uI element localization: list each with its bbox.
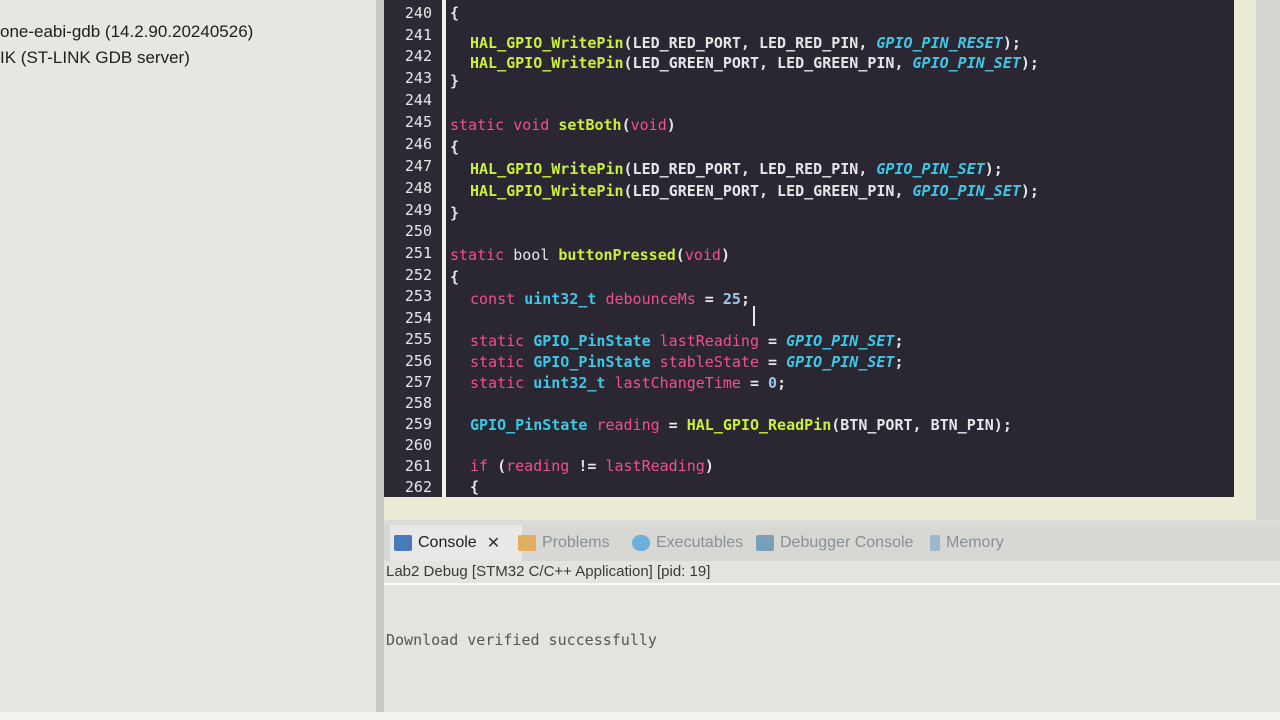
line-number: 253 <box>404 287 432 305</box>
line-number: 251 <box>404 244 432 262</box>
debugger-console-icon <box>756 535 774 551</box>
line-number: 246 <box>404 135 432 153</box>
line-number: 262 <box>404 478 432 496</box>
code-line-252: { <box>450 268 460 286</box>
line-number: 243 <box>404 69 432 87</box>
line-number: 245 <box>404 113 432 131</box>
line-number: 259 <box>404 415 432 433</box>
tab-label: Debugger Console <box>780 534 914 551</box>
console-view: Console ✕ Problems Executables Debugger … <box>384 525 1280 712</box>
code-line-257: static uint32_t lastChangeTime = 0; <box>470 374 787 392</box>
code-line-255: static GPIO_PinState lastReading = GPIO_… <box>470 332 904 350</box>
gdb-process-label[interactable]: one-eabi-gdb (14.2.90.20240526) <box>0 22 253 42</box>
gutter-separator <box>442 0 446 497</box>
code-editor[interactable]: 240 241 242 243 244 245 246 247 248 249 … <box>384 0 1234 497</box>
code-line-243: } <box>450 72 460 90</box>
tab-debugger-console[interactable]: Debugger Console <box>756 525 926 561</box>
console-tab-bar: Console ✕ Problems Executables Debugger … <box>384 525 1280 561</box>
code-line-261: if (reading != lastReading) <box>470 457 714 475</box>
code-line-245: static void setBoth(void) <box>450 116 676 134</box>
tab-memory[interactable]: Memory <box>930 525 1040 561</box>
line-number: 261 <box>404 457 432 475</box>
line-number: 242 <box>404 47 432 65</box>
line-number: 241 <box>404 26 432 44</box>
line-number: 249 <box>404 201 432 219</box>
code-line-246: { <box>450 138 460 156</box>
line-number: 258 <box>404 394 432 412</box>
code-line-249: } <box>450 204 460 222</box>
console-process-header: Lab2 Debug [STM32 C/C++ Application] [pi… <box>384 561 1280 585</box>
tab-label: Memory <box>946 534 1004 551</box>
line-number: 244 <box>404 91 432 109</box>
executables-icon <box>632 535 650 551</box>
tab-executables[interactable]: Executables <box>632 525 752 561</box>
editor-scrollbar[interactable] <box>1256 0 1280 520</box>
code-line-259: GPIO_PinState reading = HAL_GPIO_ReadPin… <box>470 416 1012 434</box>
code-line-262: { <box>470 478 480 496</box>
tab-console[interactable]: Console ✕ <box>390 525 522 561</box>
line-number: 256 <box>404 352 432 370</box>
line-number: 255 <box>404 330 432 348</box>
line-number: 240 <box>404 4 432 22</box>
problems-icon <box>518 535 536 551</box>
bottom-edge <box>0 712 1280 720</box>
tab-label: Console <box>418 534 477 551</box>
debug-launch-panel: one-eabi-gdb (14.2.90.20240526) IK (ST-L… <box>0 0 378 712</box>
text-cursor <box>753 306 755 326</box>
line-number: 257 <box>404 373 432 391</box>
code-line-240: { <box>450 4 460 22</box>
line-number: 260 <box>404 436 432 454</box>
panel-divider[interactable] <box>376 0 384 720</box>
line-number: 248 <box>404 179 432 197</box>
code-line-251: static bool buttonPressed(void) <box>450 246 730 264</box>
memory-icon <box>930 535 940 551</box>
tab-label: Problems <box>542 534 610 551</box>
tab-label: Executables <box>656 534 744 551</box>
code-line-256: static GPIO_PinState stableState = GPIO_… <box>470 353 904 371</box>
console-output-line[interactable]: Download verified successfully <box>386 631 657 649</box>
code-line-253: const uint32_t debounceMs = 25; <box>470 290 750 308</box>
console-icon <box>394 535 412 551</box>
line-number-gutter: 240 241 242 243 244 245 246 247 248 249 … <box>384 0 442 497</box>
close-icon[interactable]: ✕ <box>487 533 500 553</box>
gdb-server-label[interactable]: IK (ST-LINK GDB server) <box>0 48 190 68</box>
tab-problems[interactable]: Problems <box>518 525 630 561</box>
code-line-248: HAL_GPIO_WritePin(LED_GREEN_PORT, LED_GR… <box>470 182 1039 200</box>
line-number: 250 <box>404 222 432 240</box>
line-number: 252 <box>404 266 432 284</box>
code-line-241: HAL_GPIO_WritePin(LED_RED_PORT, LED_RED_… <box>470 34 1021 52</box>
code-line-247: HAL_GPIO_WritePin(LED_RED_PORT, LED_RED_… <box>470 160 1003 178</box>
line-number: 247 <box>404 157 432 175</box>
code-line-242: HAL_GPIO_WritePin(LED_GREEN_PORT, LED_GR… <box>470 54 1039 72</box>
line-number: 254 <box>404 309 432 327</box>
code-editor-frame: 240 241 242 243 244 245 246 247 248 249 … <box>384 0 1256 520</box>
